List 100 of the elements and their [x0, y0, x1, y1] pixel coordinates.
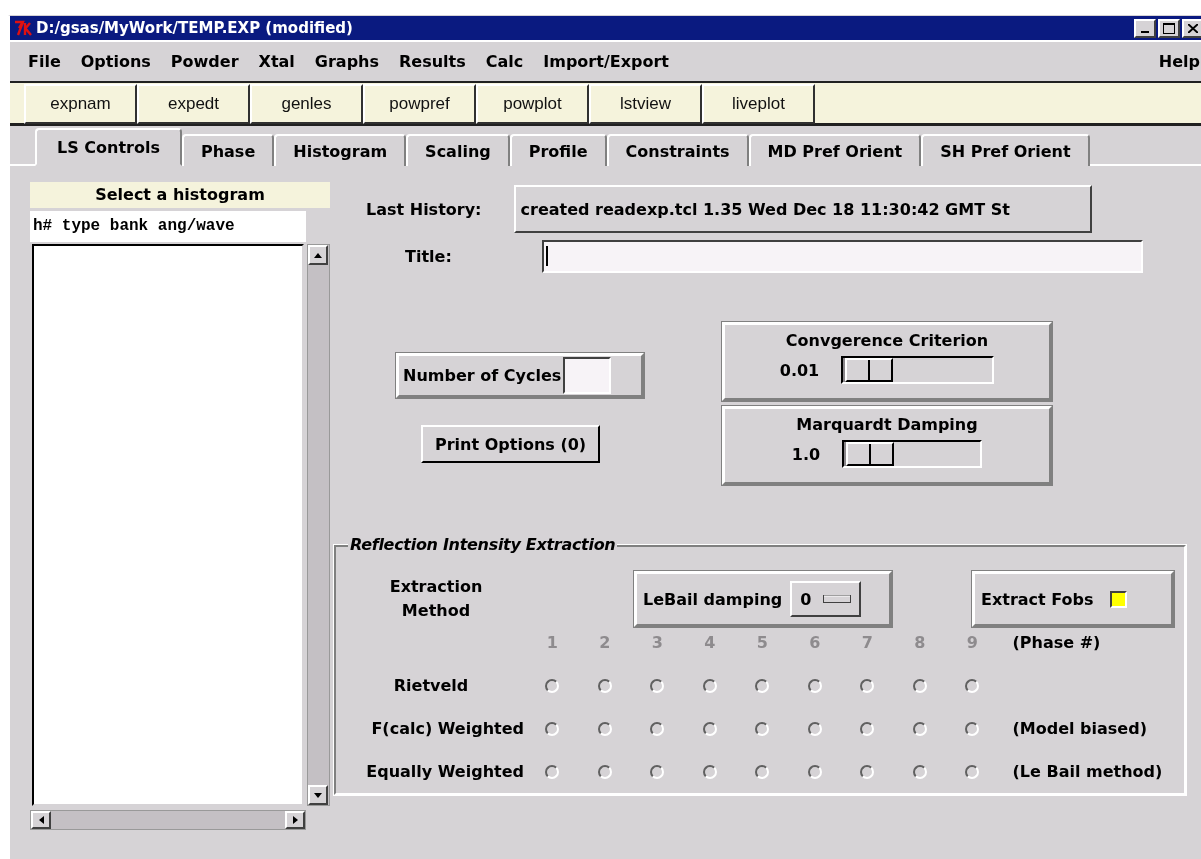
title-input[interactable]: [541, 239, 1143, 273]
radio-button[interactable]: [912, 721, 927, 736]
app-logo-icon: [14, 20, 32, 36]
row-note: (Model biased): [1011, 718, 1148, 740]
down-arrow-icon: [314, 792, 322, 798]
tab[interactable]: Constraints: [606, 134, 749, 166]
radio-button[interactable]: [965, 721, 980, 736]
left-arrow-icon: [38, 816, 44, 824]
row-label: F(calc) Weighted: [370, 718, 525, 740]
slider-reading: 0.01: [779, 360, 820, 380]
radio-button[interactable]: [650, 764, 665, 779]
scroll-down-button[interactable]: [308, 785, 328, 805]
tab[interactable]: SH Pref Orient: [921, 134, 1090, 166]
right-arrow-icon: [292, 816, 298, 824]
phase-number: 6: [808, 632, 822, 654]
slider-thumb[interactable]: [845, 358, 894, 382]
cycles-input[interactable]: [563, 357, 612, 394]
menu-item[interactable]: Powder: [160, 52, 249, 71]
radio-button[interactable]: [912, 678, 927, 693]
radio-button[interactable]: [702, 721, 717, 736]
slider-reading: 1.0: [791, 444, 821, 464]
menu-item[interactable]: Calc: [475, 52, 534, 71]
list-header: h# type bank ang/wave: [30, 211, 306, 242]
phase-number: 5: [755, 632, 769, 654]
minimize-button[interactable]: [1134, 18, 1156, 38]
radio-button[interactable]: [807, 678, 822, 693]
menu-item[interactable]: Import/Export: [533, 52, 679, 71]
menu-button[interactable]: 0: [790, 581, 862, 617]
tab[interactable]: Profile: [509, 134, 607, 166]
phase-number: 9: [965, 632, 979, 654]
toolbar-button[interactable]: expedt: [137, 84, 250, 124]
radio-button[interactable]: [965, 764, 980, 779]
menu-item[interactable]: Help: [1148, 52, 1201, 71]
phase-number: 7: [860, 632, 874, 654]
field-label: Last History:: [366, 199, 482, 219]
scroll-up-button[interactable]: [308, 245, 328, 265]
radio-button[interactable]: [702, 764, 717, 779]
menu-item[interactable]: File: [18, 52, 71, 71]
slider-track[interactable]: [841, 356, 995, 384]
radio-button[interactable]: [860, 721, 875, 736]
radio-button[interactable]: [597, 764, 612, 779]
section-label: Extraction Method: [388, 576, 484, 622]
menu-item[interactable]: Graphs: [304, 52, 389, 71]
menu-item[interactable]: Xtal: [248, 52, 305, 71]
scroll-left-button[interactable]: [31, 811, 51, 829]
toolbar-button[interactable]: lstview: [589, 84, 702, 124]
maximize-button[interactable]: [1158, 18, 1180, 38]
close-button[interactable]: [1182, 18, 1201, 38]
group-title: Reflection Intensity Extraction: [348, 535, 618, 554]
radio-button[interactable]: [912, 764, 927, 779]
radio-button[interactable]: [545, 721, 560, 736]
slider-thumb[interactable]: [846, 442, 895, 466]
tab[interactable]: Histogram: [274, 134, 407, 166]
toolbar-button[interactable]: powpref: [363, 84, 476, 124]
row-label: Equally Weighted: [365, 761, 525, 783]
window-title: D:/gsas/MyWork/TEMP.EXP (modified): [36, 19, 354, 37]
slider-title: Marquardt Damping: [796, 415, 978, 434]
phase-number: 8: [913, 632, 927, 654]
radio-button[interactable]: [650, 678, 665, 693]
radio-button[interactable]: [545, 678, 560, 693]
radio-button[interactable]: [755, 721, 770, 736]
menu-item[interactable]: Results: [389, 52, 476, 71]
tab[interactable]: Phase: [181, 134, 275, 166]
vertical-scrollbar[interactable]: [307, 244, 330, 806]
radio-button[interactable]: [650, 721, 665, 736]
menu-item[interactable]: Options: [70, 52, 161, 71]
radio-button[interactable]: [860, 678, 875, 693]
radio-button[interactable]: [807, 764, 822, 779]
radio-button[interactable]: [965, 678, 980, 693]
slider-track[interactable]: [842, 440, 983, 468]
toolbar-button[interactable]: genles: [250, 84, 363, 124]
phase-number: 4: [703, 632, 717, 654]
radio-button[interactable]: [755, 764, 770, 779]
field-label: Number of Cycles: [403, 366, 562, 385]
radio-button[interactable]: [702, 678, 717, 693]
radio-button[interactable]: [597, 678, 612, 693]
tab[interactable]: Scaling: [406, 134, 510, 166]
tab[interactable]: MD Pref Orient: [748, 134, 922, 166]
radio-button[interactable]: [545, 764, 560, 779]
list-title: Select a histogram: [30, 182, 330, 208]
toolbar-button[interactable]: liveplot: [702, 84, 815, 124]
radio-button[interactable]: [860, 764, 875, 779]
toolbar-button[interactable]: expnam: [24, 84, 137, 124]
toolbar-button[interactable]: powplot: [476, 84, 589, 124]
history-button[interactable]: created readexp.tcl 1.35 Wed Dec 18 11:30:42 GMT St: [513, 185, 1092, 233]
horizontal-scrollbar[interactable]: [30, 810, 306, 830]
field-label: LeBail damping: [643, 589, 783, 609]
radio-button[interactable]: [755, 678, 770, 693]
tab[interactable]: LS Controls: [35, 128, 182, 166]
minimize-icon: [1141, 31, 1149, 33]
field-label: Title:: [405, 246, 452, 266]
phase-number: 1: [545, 632, 559, 654]
scroll-right-button[interactable]: [285, 811, 305, 829]
radio-button[interactable]: [597, 721, 612, 736]
phase-number: 3: [650, 632, 664, 654]
print-options-button[interactable]: Print Options (0): [421, 425, 601, 463]
phase-number: 2: [598, 632, 612, 654]
radio-button[interactable]: [807, 721, 822, 736]
checkbox[interactable]: [1109, 590, 1127, 608]
up-arrow-icon: [314, 252, 322, 258]
